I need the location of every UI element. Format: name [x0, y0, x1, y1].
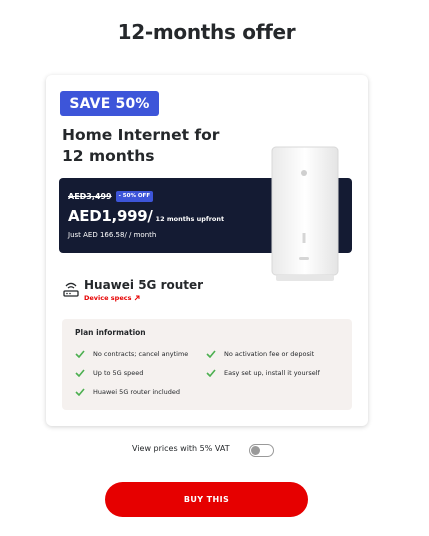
save-badge: SAVE 50%: [60, 91, 159, 116]
vat-toggle[interactable]: [249, 444, 274, 457]
feature-label: Huawei 5G router included: [93, 388, 181, 396]
feature-label: Easy set up, install it yourself: [224, 369, 320, 377]
external-arrow-icon: [135, 295, 140, 301]
wifi-router-icon: [63, 282, 79, 297]
check-icon: [206, 350, 216, 358]
feature-label: Up to 5G speed: [93, 369, 144, 377]
feature-label: No contracts; cancel anytime: [93, 350, 189, 358]
device-name: Huawei 5G router: [84, 278, 204, 292]
vat-toggle-knob: [251, 446, 260, 455]
router-image: [271, 146, 339, 281]
feature-item: Easy set up, install it yourself: [206, 369, 320, 377]
device-specs-label: Device specs: [84, 294, 132, 302]
plan-information-box: Plan information No contracts; cancel an…: [62, 319, 352, 410]
monthly-price: Just AED 166.58/ / month: [68, 231, 157, 239]
old-price: AED3,499: [68, 192, 112, 201]
check-icon: [75, 369, 85, 377]
price-note: 12 months upfront: [155, 215, 225, 223]
plan-title: Plan information: [75, 328, 146, 337]
current-price: AED1,999/: [68, 207, 153, 225]
buy-button[interactable]: BUY THIS: [105, 482, 308, 517]
check-icon: [75, 350, 85, 358]
offer-title: Home Internet for 12 months: [62, 126, 220, 165]
check-icon: [75, 388, 85, 396]
offer-card: SAVE 50% Home Internet for 12 months AED…: [46, 75, 368, 426]
discount-pill: - 50% OFF: [115, 191, 154, 202]
feature-item: No activation fee or deposit: [206, 350, 314, 358]
feature-item: Up to 5G speed: [75, 369, 143, 377]
feature-item: Huawei 5G router included: [75, 388, 180, 396]
feature-item: No contracts; cancel anytime: [75, 350, 188, 358]
page-title: 12-months offer: [117, 20, 296, 44]
vat-toggle-label: View prices with 5% VAT: [132, 444, 230, 453]
check-icon: [206, 369, 216, 377]
feature-label: No activation fee or deposit: [224, 350, 315, 358]
device-specs-link[interactable]: Device specs: [84, 294, 140, 302]
